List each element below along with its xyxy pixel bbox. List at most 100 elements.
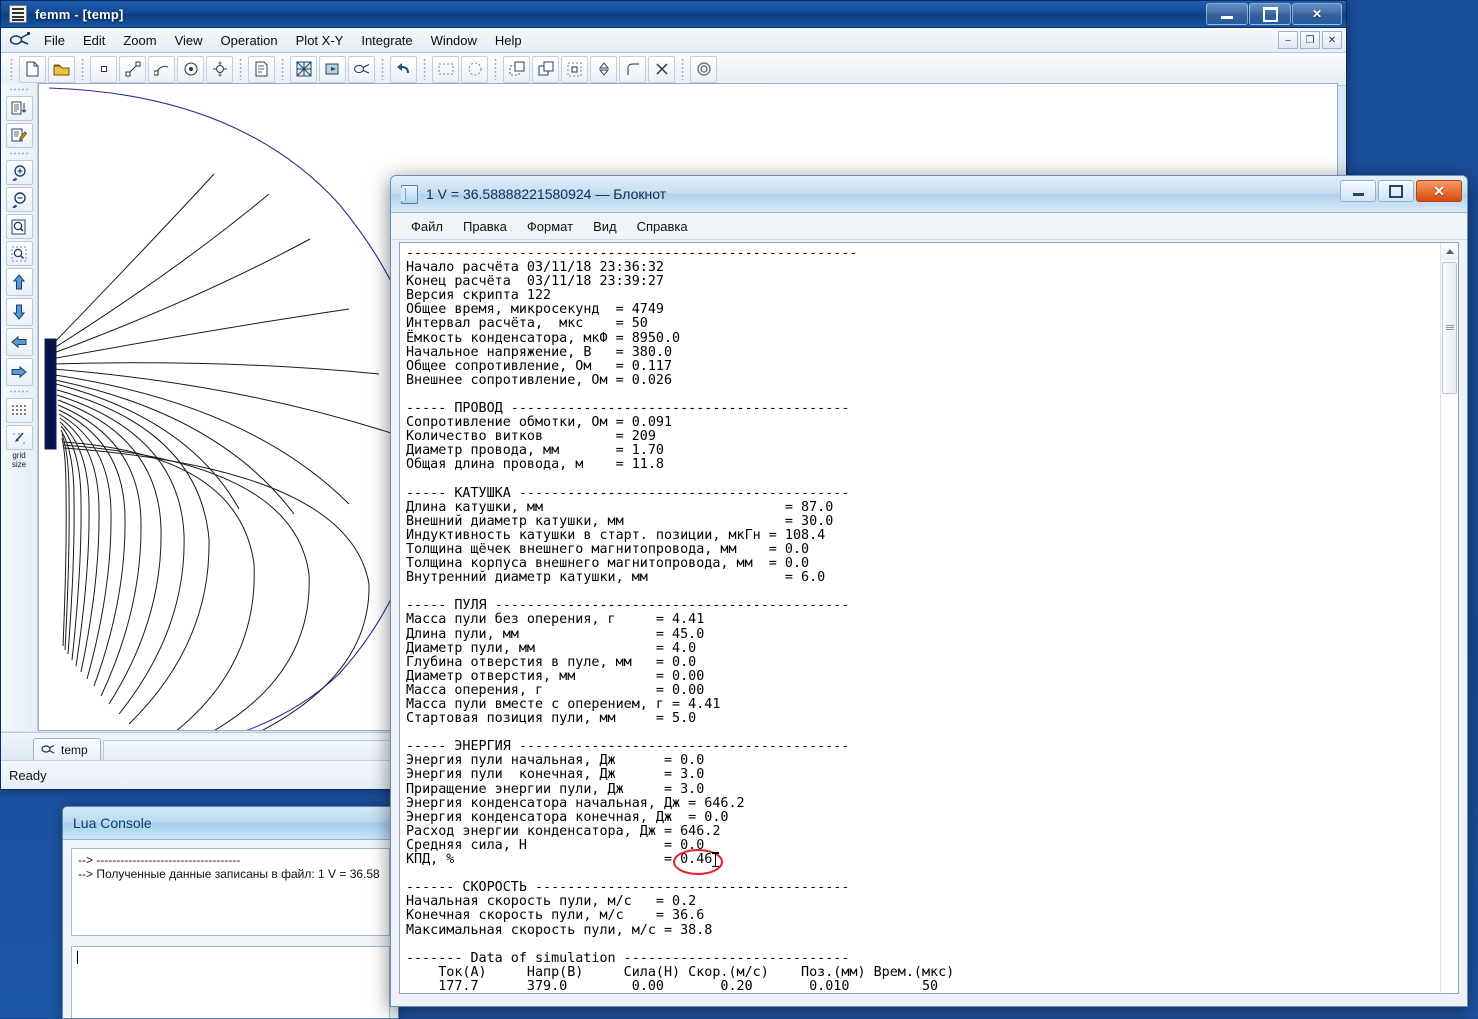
femm-toolbar [1, 53, 1346, 86]
mirror-icon[interactable] [590, 56, 617, 83]
notepad-menu-help[interactable]: Справка [627, 217, 698, 236]
pan-down-icon[interactable] [6, 298, 33, 326]
femm-minimize-button[interactable] [1206, 3, 1248, 25]
femm-app-icon [9, 5, 27, 23]
show-grid-icon[interactable] [6, 398, 33, 423]
lua-console-input[interactable] [71, 946, 390, 1019]
notepad-title-bar[interactable]: 1 V = 36.58888221580924 — Блокнот ✕ [391, 176, 1467, 213]
point-node-icon[interactable] [90, 56, 117, 83]
delete-icon[interactable] [648, 56, 675, 83]
femm-logo-icon [9, 31, 31, 49]
mesh-icon[interactable] [290, 56, 317, 83]
draw-circle-icon[interactable] [177, 56, 204, 83]
notepad-window-title: 1 V = 36.58888221580924 — Блокнот [426, 186, 666, 202]
mdi-minimize-button[interactable]: – [1278, 31, 1298, 49]
femm-window-title: femm - [temp] [35, 7, 124, 22]
mdi-close-button[interactable]: ✕ [1322, 31, 1342, 49]
output-list-icon[interactable] [6, 96, 33, 121]
lua-console-title-bar[interactable]: Lua Console [63, 807, 398, 840]
menu-operation[interactable]: Operation [212, 30, 287, 51]
notepad-vertical-scrollbar[interactable] [1440, 243, 1458, 993]
pan-up-icon[interactable] [6, 268, 33, 296]
ring-icon[interactable] [690, 56, 717, 83]
toolbar-grip-7 [493, 58, 498, 80]
toolbar-grip-5 [380, 58, 385, 80]
pan-left-icon[interactable] [6, 328, 33, 356]
notepad-window: 1 V = 36.58888221580924 — Блокнот ✕ Файл… [390, 175, 1468, 1007]
move-icon[interactable] [532, 56, 559, 83]
grid-size-label-line2: size [12, 460, 26, 469]
pan-right-icon[interactable] [6, 358, 33, 386]
notepad-icon [401, 185, 418, 204]
notepad-menu-edit[interactable]: Правка [453, 217, 517, 236]
notepad-minimize-button[interactable] [1340, 180, 1376, 202]
menu-zoom[interactable]: Zoom [114, 30, 165, 51]
lua-output-line: --> ------------------------------------ [78, 853, 383, 867]
zoom-page-icon[interactable] [6, 214, 33, 239]
lua-output-line: --> Полученные данные записаны в файл: 1… [78, 867, 383, 881]
draw-arc-icon[interactable] [148, 56, 175, 83]
femm-status-text: Ready [9, 768, 47, 783]
notepad-text-area[interactable]: ----------------------------------------… [400, 243, 1440, 993]
undo-icon[interactable] [390, 56, 417, 83]
menu-plot-xy[interactable]: Plot X-Y [287, 30, 353, 51]
mdi-child-controls: – ❐ ✕ [1278, 31, 1342, 49]
menu-edit[interactable]: Edit [74, 30, 114, 51]
toolbar-grip [9, 58, 14, 80]
notepad-client-area: ----------------------------------------… [399, 242, 1459, 994]
femm-tab-temp[interactable]: temp [33, 738, 101, 761]
scrollbar-thumb[interactable] [1442, 262, 1457, 394]
snap-grid-icon[interactable] [6, 425, 33, 450]
zoom-in-icon[interactable] [6, 160, 33, 185]
femm-close-button[interactable]: ✕ [1292, 3, 1342, 25]
zoom-window-icon[interactable] [6, 241, 33, 266]
menu-view[interactable]: View [166, 30, 212, 51]
zoom-out-icon[interactable] [6, 187, 33, 212]
femm-menu-bar: File Edit Zoom View Operation Plot X-Y I… [1, 28, 1346, 53]
edit-properties-icon[interactable] [6, 123, 33, 148]
femm-maximize-button[interactable] [1249, 3, 1291, 25]
lua-input-caret [77, 951, 78, 964]
block-label-icon[interactable] [206, 56, 233, 83]
notepad-menu-format[interactable]: Формат [517, 217, 583, 236]
toolbar-grip-8 [680, 58, 685, 80]
lua-console-output: --> ------------------------------------… [71, 848, 390, 936]
menu-file[interactable]: File [35, 30, 74, 51]
menu-window[interactable]: Window [422, 30, 486, 51]
scale-icon[interactable] [561, 56, 588, 83]
copy-icon[interactable] [503, 56, 530, 83]
select-circle-icon[interactable] [461, 56, 488, 83]
menu-integrate[interactable]: Integrate [352, 30, 421, 51]
lua-console-title: Lua Console [73, 815, 152, 831]
draw-line-icon[interactable] [119, 56, 146, 83]
notepad-menu-view[interactable]: Вид [583, 217, 627, 236]
toolbar-grip-4 [280, 58, 285, 80]
femm-window-controls: ✕ [1206, 3, 1342, 25]
lua-console-body: --> ------------------------------------… [63, 840, 398, 1019]
toolbar-grip-2 [80, 58, 85, 80]
femm-doc-icon [40, 743, 56, 758]
open-folder-icon[interactable] [48, 56, 75, 83]
left-toolbar-grip [9, 88, 29, 93]
lua-console-window: Lua Console --> ------------------------… [62, 806, 399, 1019]
left-toolbar-grip-3 [9, 390, 29, 395]
fillet-icon[interactable] [619, 56, 646, 83]
scroll-up-arrow-icon[interactable] [1441, 243, 1458, 260]
select-rect-icon[interactable] [432, 56, 459, 83]
run-analysis-icon[interactable] [319, 56, 346, 83]
femm-title-bar[interactable]: femm - [temp] ✕ [1, 1, 1346, 28]
grid-size-label-line1: grid [12, 451, 25, 460]
notepad-maximize-button[interactable] [1378, 180, 1414, 202]
view-results-icon[interactable] [348, 56, 375, 83]
menu-help[interactable]: Help [486, 30, 531, 51]
notepad-close-button[interactable]: ✕ [1416, 180, 1462, 202]
mdi-restore-button[interactable]: ❐ [1300, 31, 1320, 49]
new-document-icon[interactable] [19, 56, 46, 83]
notepad-menu-bar: Файл Правка Формат Вид Справка [391, 213, 1467, 240]
toolbar-grip-3 [238, 58, 243, 80]
notepad-menu-file[interactable]: Файл [401, 217, 453, 236]
properties-icon[interactable] [248, 56, 275, 83]
femm-tab-label: temp [61, 743, 88, 757]
left-toolbar-grip-2 [9, 152, 29, 157]
notepad-window-controls: ✕ [1340, 180, 1462, 202]
